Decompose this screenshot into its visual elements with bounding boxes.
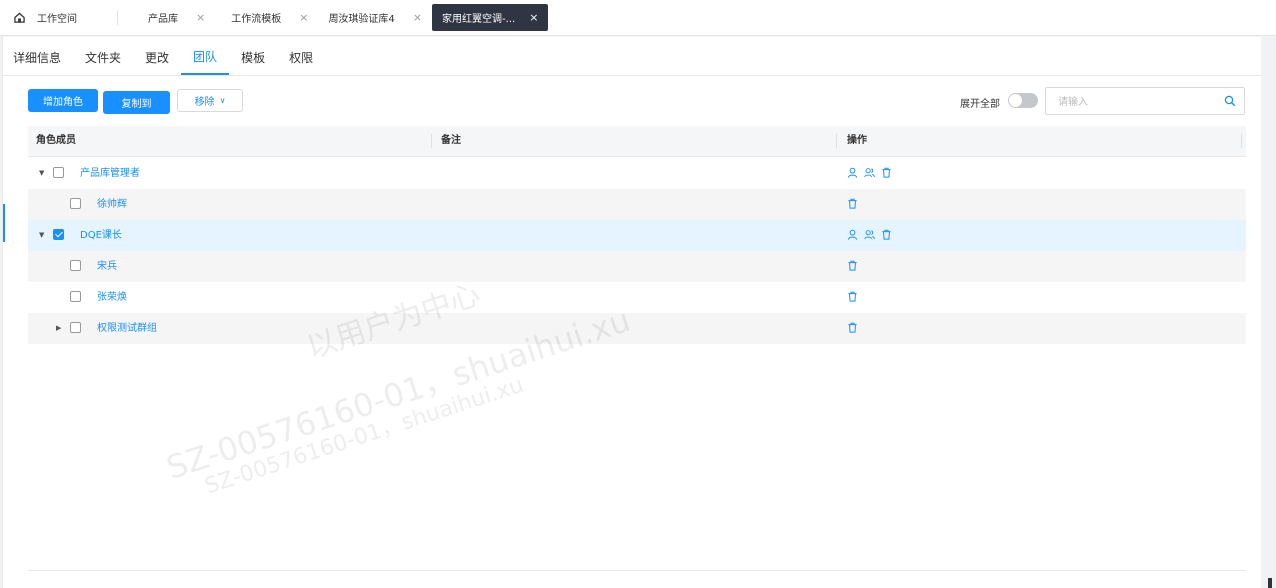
chevron-down-icon: ∨ — [219, 96, 226, 105]
expand-all-label: 展开全部 — [960, 99, 1000, 110]
column-header-members: 角色成员 — [36, 135, 76, 146]
window-tab-label: 家用红翼空调-... — [442, 14, 516, 25]
column-divider — [836, 134, 837, 148]
row-actions — [847, 229, 892, 240]
row-checkbox[interactable] — [53, 167, 64, 178]
member-name-link[interactable]: 宋兵 — [97, 251, 117, 282]
caret-down-icon[interactable]: ▼ — [39, 169, 44, 177]
copy-to-button[interactable]: 复制到 — [103, 91, 170, 114]
table-row[interactable]: 张荣焕 — [28, 282, 1246, 313]
row-actions — [847, 291, 858, 302]
table-row[interactable]: ▼ DQE课长 — [28, 220, 1246, 251]
column-header-remarks: 备注 — [441, 135, 461, 146]
main-panel: 详细信息 文件夹 更改 团队 模板 权限 增加角色 复制到 移除 ∨ 展开全部 … — [2, 37, 1261, 588]
user-icon[interactable] — [847, 167, 858, 178]
window-tab-label: 产品库 — [148, 14, 178, 25]
table-row[interactable]: 宋兵 — [28, 251, 1246, 282]
copy-to-button-label: 复制到 — [121, 99, 152, 110]
search-icon[interactable] — [1224, 95, 1236, 107]
row-actions — [847, 260, 858, 271]
table-row[interactable]: ▶ 权限测试群组 — [28, 313, 1246, 344]
remove-dropdown-button[interactable]: 移除 ∨ — [177, 89, 243, 112]
window-tab-label: 工作流模板 — [231, 14, 282, 25]
trash-icon[interactable] — [847, 198, 858, 209]
row-checkbox[interactable] — [70, 198, 81, 209]
caret-down-icon[interactable]: ▼ — [39, 231, 44, 239]
add-role-button-label: 增加角色 — [43, 97, 83, 108]
add-role-button[interactable]: 增加角色 — [28, 89, 98, 112]
tab-details[interactable]: 详细信息 — [3, 37, 73, 75]
row-checkbox[interactable] — [70, 291, 81, 302]
window-tab-workflow-template[interactable]: 工作流模板 × — [221, 0, 318, 35]
close-icon[interactable]: × — [196, 11, 205, 24]
close-icon[interactable]: × — [529, 11, 538, 24]
window-tab-label: 工作空间 — [37, 14, 77, 25]
window-tab-verification-library[interactable]: 周汝琪验证库4 × — [318, 0, 432, 35]
toggle-knob — [1009, 94, 1022, 107]
column-divider — [431, 134, 432, 148]
table-body: ▼ 产品库管理者 徐帅辉 ▼ DQE课长 宋兵 张荣焕 ▶ 权限测试群组 — [28, 158, 1246, 344]
column-header-actions: 操作 — [847, 135, 867, 146]
users-icon[interactable] — [864, 229, 875, 240]
scrollbar-fragment — [1268, 578, 1272, 588]
role-name-link[interactable]: DQE课长 — [80, 220, 122, 251]
window-tab-active-project[interactable]: 家用红翼空调-... × — [432, 4, 549, 31]
member-name-link[interactable]: 张荣焕 — [97, 282, 127, 313]
trash-icon[interactable] — [847, 260, 858, 271]
tab-folder[interactable]: 文件夹 — [73, 37, 133, 75]
home-icon — [14, 12, 25, 23]
caret-right-icon[interactable]: ▶ — [56, 324, 61, 332]
row-checkbox[interactable] — [70, 260, 81, 271]
expand-all-toggle[interactable] — [1008, 93, 1038, 108]
trash-icon[interactable] — [881, 229, 892, 240]
window-tab-workspace[interactable]: 工作空间 — [0, 0, 87, 35]
table-row[interactable]: 徐帅辉 — [28, 189, 1246, 220]
sub-tab-bar: 详细信息 文件夹 更改 团队 模板 权限 — [3, 37, 1261, 76]
row-checkbox[interactable] — [53, 229, 64, 240]
table-row[interactable]: ▼ 产品库管理者 — [28, 158, 1246, 189]
tab-permissions[interactable]: 权限 — [277, 37, 325, 75]
trash-icon[interactable] — [847, 291, 858, 302]
table-header: 角色成员 备注 操作 — [28, 126, 1246, 157]
window-tab-product-library[interactable]: 产品库 × — [138, 0, 215, 35]
row-actions — [847, 167, 892, 178]
search-box — [1045, 87, 1245, 115]
role-name-link[interactable]: 产品库管理者 — [80, 158, 140, 189]
row-actions — [847, 322, 858, 333]
row-actions — [847, 198, 858, 209]
tab-templates[interactable]: 模板 — [229, 37, 277, 75]
close-icon[interactable]: × — [413, 11, 422, 24]
group-name-link[interactable]: 权限测试群组 — [97, 313, 157, 344]
window-tab-bar: 工作空间 产品库 × 工作流模板 × 周汝琪验证库4 × 家用红翼空调-... … — [0, 0, 1276, 36]
remove-button-label: 移除 — [194, 97, 215, 108]
close-icon[interactable]: × — [299, 11, 308, 24]
trash-icon[interactable] — [847, 322, 858, 333]
table-bottom-divider — [28, 570, 1246, 571]
tab-changes[interactable]: 更改 — [133, 37, 181, 75]
tab-team[interactable]: 团队 — [181, 37, 230, 75]
row-checkbox[interactable] — [70, 322, 81, 333]
column-divider — [1241, 134, 1242, 148]
user-icon[interactable] — [847, 229, 858, 240]
trash-icon[interactable] — [881, 167, 892, 178]
window-tab-label: 周汝琪验证库4 — [328, 14, 395, 25]
member-name-link[interactable]: 徐帅辉 — [97, 189, 127, 220]
search-input[interactable] — [1056, 89, 1220, 115]
left-edge-indicator — [3, 204, 5, 242]
tab-divider — [117, 10, 118, 25]
users-icon[interactable] — [864, 167, 875, 178]
